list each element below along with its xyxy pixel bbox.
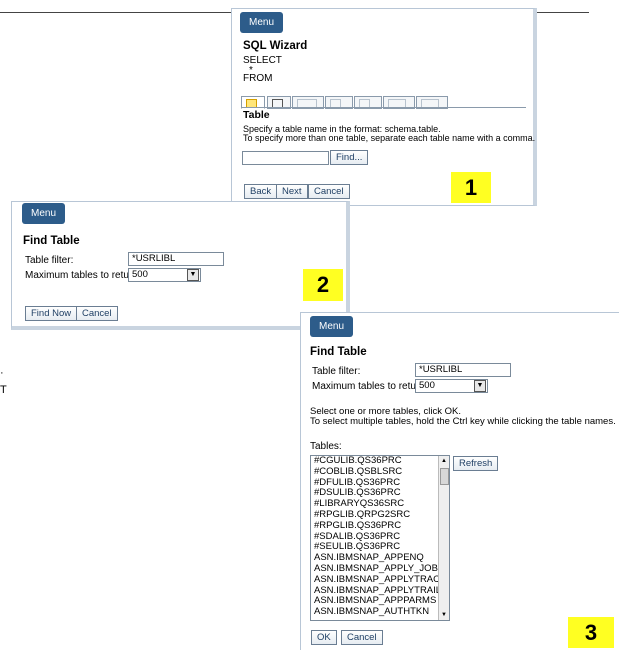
instruction-line-2: To select multiple tables, hold the Ctrl… [310, 416, 616, 427]
refresh-button[interactable]: Refresh [453, 456, 499, 471]
wizard-title: SQL Wizard [243, 40, 308, 52]
step-badge-3: 3 [568, 617, 614, 648]
list-item[interactable]: #COBLIB.QSBLSRC [311, 466, 449, 478]
list-item[interactable]: #RPGLIB.QS36PRC [311, 520, 449, 532]
max-tables-label: Maximum tables to return: [312, 381, 428, 392]
list-item[interactable]: ASN.IBMSNAP_AUTHTKN [311, 606, 449, 618]
table-filter-label: Table filter: [25, 255, 74, 266]
menu-button[interactable]: Menu [310, 316, 354, 337]
cancel-button[interactable]: Cancel [341, 630, 383, 645]
table-filter-input[interactable]: *USRLIBL [415, 363, 511, 377]
ok-button[interactable]: OK [311, 630, 337, 645]
menu-button[interactable]: Menu [240, 12, 284, 33]
background-text-fragment: T [0, 384, 7, 396]
listbox-scrollbar[interactable]: ▲ ▼ [438, 456, 449, 620]
cancel-button[interactable]: Cancel [308, 184, 350, 199]
instruction-line-2: To specify more than one table, separate… [243, 133, 536, 143]
table-filter-label: Table filter: [312, 366, 361, 377]
background-text-fragment: · [0, 367, 4, 379]
sql-from: FROM [243, 73, 273, 84]
scroll-thumb[interactable] [440, 468, 449, 485]
step-badge-2: 2 [303, 269, 343, 301]
back-button[interactable]: Back [244, 184, 278, 199]
table-filter-input[interactable]: *USRLIBL [128, 252, 224, 266]
tables-label: Tables: [310, 441, 342, 452]
scroll-up-icon[interactable]: ▲ [439, 456, 449, 466]
cancel-button[interactable]: Cancel [76, 306, 118, 321]
section-title: Table [243, 109, 270, 121]
chevron-down-icon[interactable]: ▼ [187, 269, 199, 281]
find-table-title: Find Table [310, 346, 367, 358]
find-button[interactable]: Find... [330, 150, 369, 165]
table-list: #CGULIB.QS36PRC #COBLIB.QSBLSRC #DFULIB.… [311, 456, 449, 618]
scroll-down-icon[interactable]: ▼ [439, 610, 449, 620]
step-badge-1: 1 [451, 172, 491, 203]
chevron-down-icon[interactable]: ▼ [474, 380, 486, 392]
max-tables-label: Maximum tables to return: [25, 270, 141, 281]
tab-underline [241, 107, 526, 108]
next-button[interactable]: Next [276, 184, 308, 199]
table-name-input[interactable] [242, 151, 329, 165]
find-table-title: Find Table [23, 235, 80, 247]
find-now-button[interactable]: Find Now [25, 306, 78, 321]
list-item[interactable]: ASN.IBMSNAP_APPLYTRACE [311, 574, 449, 586]
tables-listbox[interactable]: #CGULIB.QS36PRC #COBLIB.QSBLSRC #DFULIB.… [310, 455, 450, 621]
menu-button[interactable]: Menu [22, 203, 66, 224]
